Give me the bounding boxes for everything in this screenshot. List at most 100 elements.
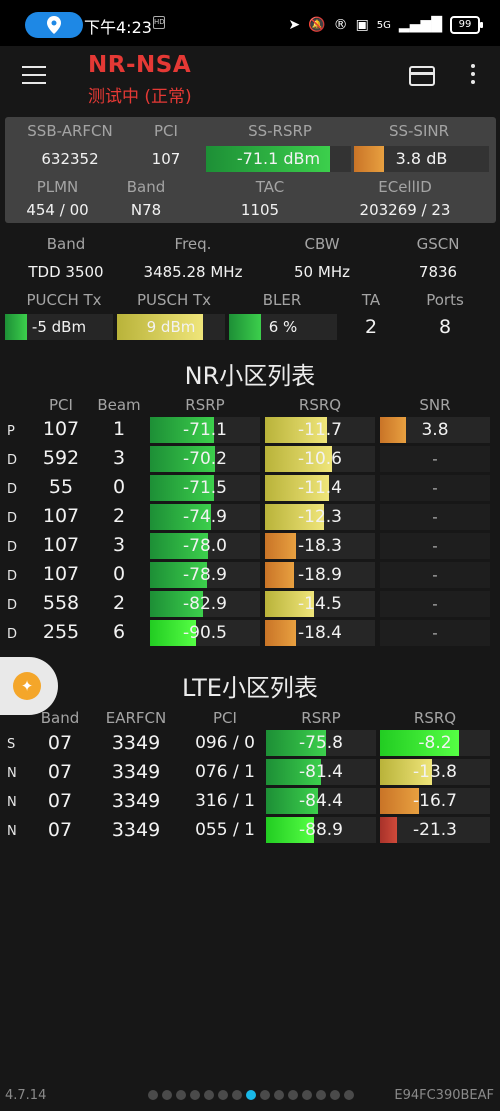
page-dot[interactable] xyxy=(344,1090,354,1100)
freq-value: 3485.28 MHz xyxy=(143,263,243,281)
nr-row-pci: 255 xyxy=(42,621,80,643)
nr-row-rsrq-bar: -18.3 xyxy=(265,533,375,559)
pci-value: 107 xyxy=(151,150,181,168)
nr-row-rsrp-bar: -90.5 xyxy=(150,620,260,646)
nr-row-rsrq-bar: -11.4 xyxy=(265,475,375,501)
nr-row-rsrq-bar-value: -18.4 xyxy=(298,623,342,643)
cbw-value: 50 MHz xyxy=(294,263,350,281)
nr-row-rsrq-bar: -11.7 xyxy=(265,417,375,443)
nr-row-rsrp-bar-value: -78.0 xyxy=(183,536,227,556)
nr-row-type: D xyxy=(7,453,18,468)
nr-row-rsrq-bar-value: -10.6 xyxy=(298,449,342,469)
lte-header-rsrq: RSRQ xyxy=(413,709,457,727)
header-ta: TA xyxy=(361,291,381,309)
nr-row-type: D xyxy=(7,569,18,584)
lte-row-rsrq-bar: -16.7 xyxy=(380,788,490,814)
nr-row-snr-bar: 3.8 xyxy=(380,417,490,443)
serving-cell-panel: SSB-ARFCN PCI SS-RSRP SS-SINR 632352 107… xyxy=(5,117,496,223)
page-dot[interactable] xyxy=(274,1090,284,1100)
gscn-value: 7836 xyxy=(418,263,458,281)
pusch-value: 9 dBm xyxy=(146,318,196,336)
page-indicator[interactable] xyxy=(148,1090,354,1100)
nr-row-rsrq-bar-value: -11.4 xyxy=(298,478,342,498)
page-dot[interactable] xyxy=(148,1090,158,1100)
nr-row-type: D xyxy=(7,627,18,642)
page-dot[interactable] xyxy=(302,1090,312,1100)
info-band-value: TDD 3500 xyxy=(28,263,104,281)
menu-icon[interactable] xyxy=(22,66,46,86)
nr-header-snr: SNR xyxy=(419,396,451,414)
device-id: E94FC390BEAF xyxy=(394,1088,494,1103)
lte-row-rsrq-bar-value: -21.3 xyxy=(413,820,457,840)
card-view-icon[interactable] xyxy=(409,66,435,86)
ss-sinr-bar: 3.8 dB xyxy=(354,146,489,172)
ta-value: 2 xyxy=(364,316,378,338)
nr-row-snr-dash: - xyxy=(432,508,438,526)
ecellid-value: 203269 / 23 xyxy=(359,201,451,219)
registered-icon: ® xyxy=(333,17,348,33)
lte-row-rsrp-bar-value: -75.8 xyxy=(299,733,343,753)
page-dot[interactable] xyxy=(190,1090,200,1100)
lte-row-rsrp-bar-value: -84.4 xyxy=(299,791,343,811)
lte-row-rsrp-bar-value: -88.9 xyxy=(299,820,343,840)
header-ss-rsrp: SS-RSRP xyxy=(248,122,312,140)
ports-value: 8 xyxy=(438,316,452,338)
header-ports: Ports xyxy=(426,291,464,309)
nr-row-rsrp-bar-value: -82.9 xyxy=(183,594,227,614)
lte-row-type: N xyxy=(7,824,17,839)
lte-header-band: Band xyxy=(40,709,80,727)
nr-row-pci: 558 xyxy=(42,592,80,614)
lte-row-rsrp-bar: -88.9 xyxy=(266,817,376,843)
page-dot[interactable] xyxy=(218,1090,228,1100)
mute-icon: 🔕 xyxy=(308,17,326,33)
lte-row-rsrp-bar: -75.8 xyxy=(266,730,376,756)
pucch-bar: -5 dBm xyxy=(5,314,113,340)
nr-row-rsrq-bar: -12.3 xyxy=(265,504,375,530)
lte-row-rsrq-bar-value: -13.8 xyxy=(413,762,457,782)
lte-row-rsrp-bar: -81.4 xyxy=(266,759,376,785)
nr-row-rsrq-bar: -10.6 xyxy=(265,446,375,472)
page-dot[interactable] xyxy=(260,1090,270,1100)
nr-row-rsrp-bar-value: -78.9 xyxy=(183,565,227,585)
lte-row-type: N xyxy=(7,766,17,781)
navigation-arrow-icon: ➤ xyxy=(288,17,301,33)
page-dot[interactable] xyxy=(288,1090,298,1100)
nr-row-snr-dash: - xyxy=(432,566,438,584)
more-options-icon[interactable] xyxy=(470,64,476,88)
nr-header-beam: Beam xyxy=(97,396,141,414)
nr-row-rsrp-bar: -74.9 xyxy=(150,504,260,530)
nr-header-rsrp: RSRP xyxy=(185,396,225,414)
nr-row-rsrp-bar-value: -90.5 xyxy=(183,623,227,643)
page-dot[interactable] xyxy=(232,1090,242,1100)
nr-row-rsrp-bar-value: -70.2 xyxy=(183,449,227,469)
bler-bar: 6 % xyxy=(229,314,337,340)
page-dot[interactable] xyxy=(316,1090,326,1100)
page-dot[interactable] xyxy=(246,1090,256,1100)
page-dot[interactable] xyxy=(176,1090,186,1100)
location-indicator[interactable] xyxy=(25,12,83,38)
lte-row-rsrp-bar: -84.4 xyxy=(266,788,376,814)
page-dot[interactable] xyxy=(330,1090,340,1100)
lte-row-pci: 076 / 1 xyxy=(195,762,255,782)
lte-row-pci: 096 / 0 xyxy=(195,733,255,753)
page-dot[interactable] xyxy=(204,1090,214,1100)
nr-row-pci: 55 xyxy=(48,476,74,498)
ssb-arfcn-value: 632352 xyxy=(41,150,99,168)
header-gscn: GSCN xyxy=(416,235,460,253)
nr-row-rsrq-bar: -14.5 xyxy=(265,591,375,617)
page-dot[interactable] xyxy=(162,1090,172,1100)
lte-row-earfcn: 3349 xyxy=(111,819,161,841)
nr-row-rsrp-bar: -71.1 xyxy=(150,417,260,443)
nr-row-snr-dash: - xyxy=(432,479,438,497)
ss-sinr-value: 3.8 dB xyxy=(395,149,448,168)
nr-cell-list-title: NR小区列表 xyxy=(184,362,316,390)
nr-row-beam: 1 xyxy=(112,418,126,440)
ss-rsrp-bar: -71.1 dBm xyxy=(206,146,351,172)
lte-row-earfcn: 3349 xyxy=(111,761,161,783)
header-ss-sinr: SS-SINR xyxy=(388,122,450,140)
nr-row-beam: 3 xyxy=(112,534,126,556)
nr-row-rsrq-bar-value: -11.7 xyxy=(298,420,342,440)
nr-row-beam: 3 xyxy=(112,447,126,469)
header-freq: Freq. xyxy=(174,235,212,253)
nr-row-type: D xyxy=(7,540,18,555)
